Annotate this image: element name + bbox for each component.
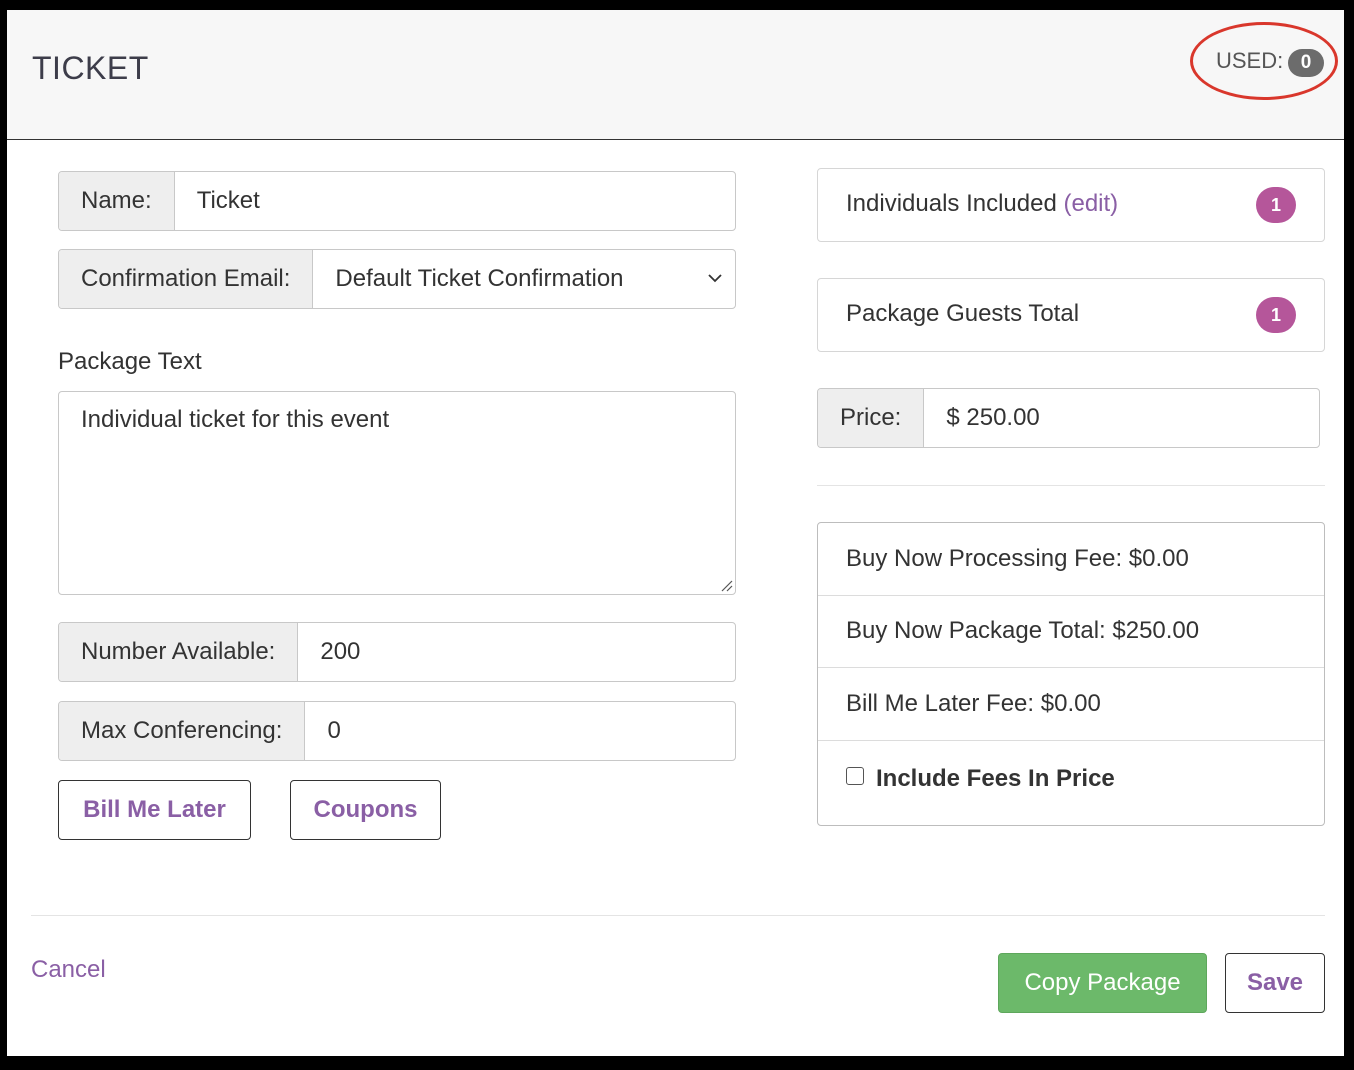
include-fees-checkbox[interactable] <box>846 767 864 785</box>
package-text-value: Individual ticket for this event <box>81 406 390 433</box>
save-button[interactable]: Save <box>1225 953 1325 1013</box>
processing-fee-text: Buy Now Processing Fee: $0.00 <box>846 545 1189 572</box>
copy-package-button[interactable]: Copy Package <box>998 953 1207 1013</box>
max-conferencing-label: Max Conferencing: <box>59 702 306 760</box>
name-label: Name: <box>59 172 175 230</box>
package-modal: TICKET USED: 0 Name: Ticket Confirmation… <box>7 10 1344 1056</box>
confirmation-email-group: Confirmation Email: Default Ticket Confi… <box>58 249 736 309</box>
used-count-badge: 0 <box>1288 49 1324 77</box>
confirmation-email-label: Confirmation Email: <box>59 250 314 308</box>
footer-divider <box>31 915 1325 916</box>
resize-grip-icon[interactable] <box>717 576 733 592</box>
max-conferencing-input[interactable]: 0 <box>305 702 735 760</box>
package-total-text: Buy Now Package Total: $250.00 <box>846 617 1200 644</box>
individuals-count-badge: 1 <box>1256 187 1296 223</box>
list-divider <box>818 595 1324 596</box>
used-label: USED: <box>1216 48 1284 73</box>
package-guests-total-card: Package Guests Total 1 <box>817 278 1325 352</box>
price-input[interactable]: $ 250.00 <box>924 389 1319 447</box>
cancel-link[interactable]: Cancel <box>31 956 106 984</box>
modal-title: TICKET <box>32 50 149 86</box>
bill-me-later-fee-text: Bill Me Later Fee: $0.00 <box>846 690 1101 717</box>
individuals-included-card: Individuals Included (edit) 1 <box>817 168 1325 242</box>
modal-header: TICKET USED: 0 <box>7 10 1344 140</box>
max-conferencing-group: Max Conferencing: 0 <box>58 701 736 761</box>
divider <box>817 485 1325 486</box>
edit-individuals-link[interactable]: (edit) <box>1063 190 1118 217</box>
individuals-included-text: Individuals Included (edit) <box>846 190 1118 218</box>
number-available-input[interactable]: 200 <box>298 623 735 681</box>
price-label: Price: <box>818 389 925 447</box>
number-available-group: Number Available: 200 <box>58 622 736 682</box>
chevron-down-icon <box>708 274 722 283</box>
package-text-label: Package Text <box>58 348 202 375</box>
bill-me-later-button[interactable]: Bill Me Later <box>58 780 251 840</box>
package-text-textarea[interactable]: Individual ticket for this event <box>58 391 736 595</box>
name-input-group: Name: Ticket <box>58 171 736 231</box>
include-fees-label[interactable]: Include Fees In Price <box>876 765 1115 793</box>
fee-list: Buy Now Processing Fee: $0.00 Buy Now Pa… <box>817 522 1325 826</box>
coupons-button[interactable]: Coupons <box>290 780 441 840</box>
confirmation-email-value: Default Ticket Confirmation <box>335 265 624 292</box>
package-guests-count-badge: 1 <box>1256 297 1296 333</box>
individuals-included-label: Individuals Included <box>846 190 1057 217</box>
package-guests-total-label: Package Guests Total <box>846 300 1080 327</box>
confirmation-email-select[interactable]: Default Ticket Confirmation <box>313 250 735 308</box>
name-input[interactable]: Ticket <box>175 172 735 230</box>
price-input-group: Price: $ 250.00 <box>817 388 1320 448</box>
number-available-label: Number Available: <box>59 623 299 681</box>
list-divider <box>818 667 1324 668</box>
list-divider <box>818 740 1324 741</box>
